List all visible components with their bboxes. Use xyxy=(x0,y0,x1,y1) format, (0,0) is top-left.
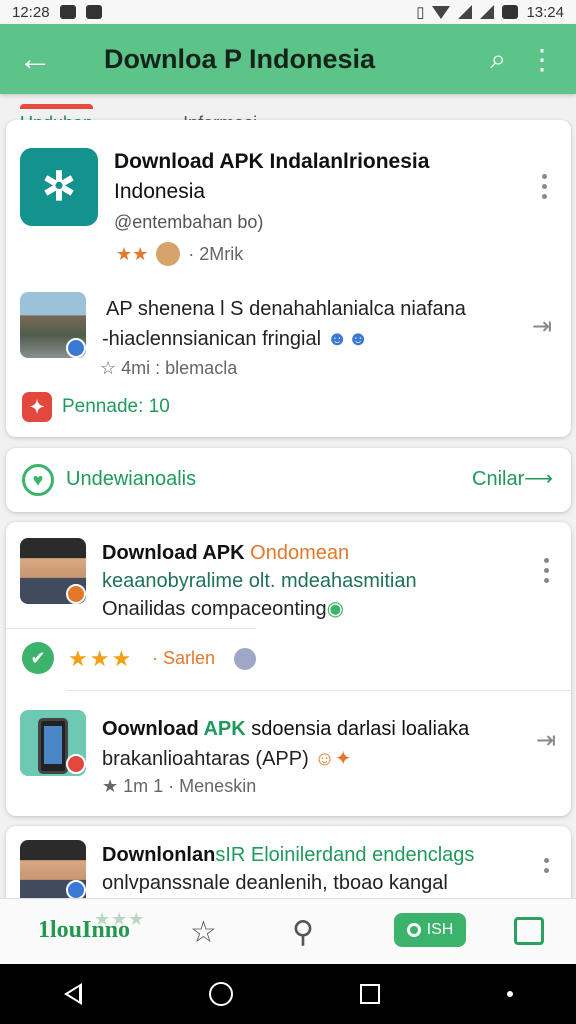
list-item-3-title-b: sIR Eloinilerdand endenclags xyxy=(215,844,475,866)
list-item-2-meta-icon: ★ xyxy=(102,776,119,796)
status-left: 12:28 xyxy=(12,4,102,21)
status-time-right: 13:24 xyxy=(526,3,564,21)
list-item-2-meta: 1m 1 · Meneskin xyxy=(123,776,257,796)
item-meta: 4mi : blemacla xyxy=(121,358,238,378)
pennade-label: Pennade: 10 xyxy=(62,396,170,417)
section-action[interactable]: Cnilar⟶ xyxy=(472,466,553,491)
list-card: Download APK Ondomean keaanobyralime olt… xyxy=(6,522,571,816)
back-arrow-icon[interactable]: ← xyxy=(0,24,70,94)
list-item-2-share-icon[interactable]: ⇥ xyxy=(536,726,556,755)
arrow-right-icon: ⟶ xyxy=(524,468,553,490)
list-item-1-rating-meta: · Sarlen xyxy=(152,648,216,668)
list-item-2-line2-text: brakanlioahtaras (APP) xyxy=(102,748,309,770)
signal-2-icon xyxy=(480,5,495,19)
featured-meta: · 2Mrik xyxy=(188,243,244,264)
list-item-2-title-c: sdoensia darlasi loaliaka xyxy=(245,718,470,740)
brand-stars-icon: ★★★ xyxy=(94,909,146,929)
square-icon[interactable] xyxy=(514,917,544,945)
status-bar: 12:28 ▯ 13:24 xyxy=(0,0,576,24)
battery-icon xyxy=(502,5,519,19)
list-item-1-kebab-icon[interactable] xyxy=(544,558,550,583)
featured-kebab-icon[interactable] xyxy=(542,174,548,199)
list-item-3-line2: onlvpanssnale deanlenih, tboao kangal xyxy=(102,872,448,894)
twitter-icon: ✔ xyxy=(22,642,54,674)
list-item-3-kebab-icon[interactable] xyxy=(544,858,550,873)
item-meta-icon: ☆ xyxy=(100,358,117,378)
rating-stars: ★★★ xyxy=(68,646,134,671)
section-action-label: Cnilar xyxy=(472,468,525,490)
item-meta-row: ☆ 4mi : blemacla xyxy=(100,358,237,379)
rating-icon: ★★ xyxy=(116,243,149,264)
signal-icon xyxy=(458,5,473,19)
avatar xyxy=(156,242,181,266)
section-bar[interactable]: ♥ Undewianoalis Cnilar⟶ xyxy=(6,448,571,512)
system-nav-bar xyxy=(0,964,576,1024)
status-time-left: 12:28 xyxy=(12,3,50,21)
item-line1: AP shenena l S denahahlanialca niafana xyxy=(106,298,466,320)
list-item-3-badge xyxy=(66,880,86,900)
list-item-3-title: DownlonlansIR Eloinilerdand endenclags xyxy=(102,844,474,867)
list-item-1-title-b: Ondomean xyxy=(250,542,350,564)
kebab-menu-icon[interactable]: ⋮ xyxy=(528,43,556,76)
list-item-2-title: Oownload APK sdoensia darlasi loaliaka xyxy=(102,718,469,741)
emoji-icon: ☺✦ xyxy=(314,748,352,770)
app-icon[interactable]: ✲ xyxy=(20,148,98,226)
item-line2: -hiaclennsianican fringial ☻☻ xyxy=(102,328,369,351)
system-home-icon[interactable] xyxy=(208,982,233,1006)
search-icon[interactable]: ⌕ xyxy=(490,43,506,76)
list-item-1-line2: keaanobyralime olt. mdeahasmitian xyxy=(102,570,417,592)
page-title: Downloa P Indonesia xyxy=(104,43,376,74)
list-item-2-title-a: Oownload xyxy=(102,718,204,740)
divider xyxy=(6,628,256,629)
notification-icon xyxy=(59,5,76,19)
featured-title-line2: Indonesia xyxy=(114,180,206,203)
section-label: Undewianoalis xyxy=(66,468,197,490)
reviewer-avatar xyxy=(232,646,258,672)
active-tab-label: ISH xyxy=(426,921,454,938)
list-item-1-badge xyxy=(66,584,86,604)
share-arrow-icon[interactable]: ⇥ xyxy=(532,312,552,341)
featured-title-line1: Download APK Indalanlrionesia xyxy=(114,150,430,173)
wifi-icon xyxy=(432,5,451,19)
status-right: ▯ 13:24 xyxy=(416,3,564,22)
divider xyxy=(66,690,571,691)
heart-icon: ♥ xyxy=(22,464,54,496)
thumbnail-badge xyxy=(66,338,86,358)
phone-icon xyxy=(38,718,68,774)
app-bar: ← Downloa P Indonesia ⌕ ⋮ xyxy=(0,24,576,94)
list-item-1-title: Download APK Ondomean xyxy=(102,542,349,565)
system-back-icon[interactable] xyxy=(63,983,82,1005)
profile-link-icon[interactable]: ⚲ xyxy=(292,915,314,950)
list-item-1-line3: Onailidas compaceonting◉ xyxy=(102,596,344,621)
list-item-2-meta-row: ★ 1m 1 · Meneskin xyxy=(102,776,256,797)
pennade-icon: ✦ xyxy=(22,392,52,422)
app-bar-actions: ⌕ ⋮ xyxy=(490,43,576,76)
list-item-1-line3-text: Onailidas compaceonting xyxy=(102,598,327,620)
group-icon: ☻☻ xyxy=(326,328,369,350)
list-item-2-badge xyxy=(66,754,86,774)
featured-meta-row: ★★ · 2Mrik xyxy=(116,242,243,266)
list-item-2-line2: brakanlioahtaras (APP) ☺✦ xyxy=(102,746,352,771)
featured-card: ✲ Download APK Indalanlrionesia Indonesi… xyxy=(6,120,571,437)
vibrate-icon: ▯ xyxy=(416,4,425,21)
list-item-2-title-b: APK xyxy=(203,718,246,740)
system-dot-icon xyxy=(506,991,513,997)
pin-icon[interactable]: ☆ xyxy=(190,915,217,950)
list-item-1-title-a: Download APK xyxy=(102,542,251,564)
verified-icon: ◉ xyxy=(326,598,345,620)
item-line2-text: -hiaclennsianican fringial xyxy=(102,328,322,350)
active-tab-button[interactable]: ISH xyxy=(394,913,466,947)
tab-dot-icon xyxy=(406,923,421,937)
featured-subtitle: @entembahan bo) xyxy=(114,212,264,232)
app-notification-icon xyxy=(85,5,102,19)
system-recents-icon[interactable] xyxy=(359,984,380,1004)
list-item-3-title-a: Downlonlan xyxy=(102,844,216,866)
bottom-nav: 1louInno ★★★ ☆ ⚲ ISH xyxy=(0,898,576,964)
